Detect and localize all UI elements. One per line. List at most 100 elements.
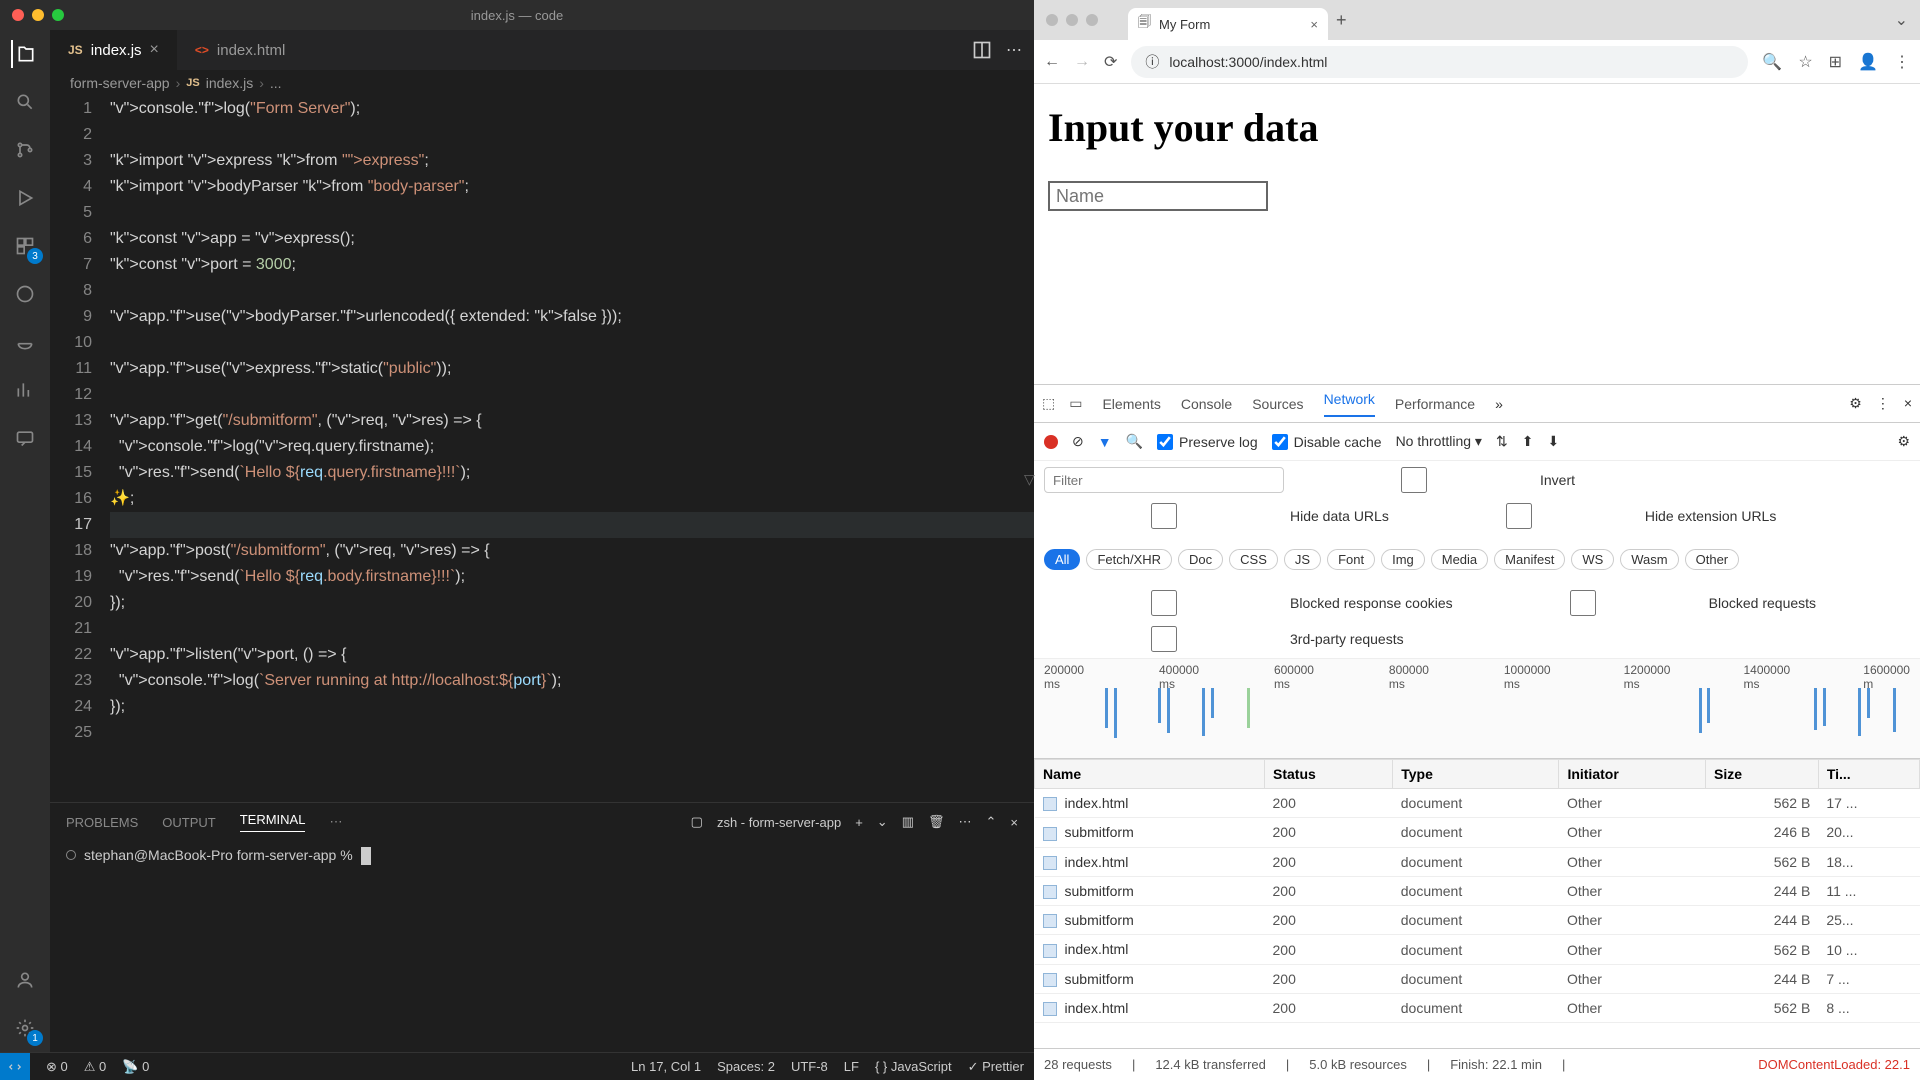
pill-font[interactable]: Font xyxy=(1327,549,1375,570)
tab-index-html[interactable]: <>index.html xyxy=(177,30,303,70)
status-ports[interactable]: 📡 0 xyxy=(122,1059,149,1075)
breadcrumb[interactable]: form-server-app› JSindex.js› ... xyxy=(50,70,1034,96)
dtab-sources[interactable]: Sources xyxy=(1252,396,1303,412)
pill-doc[interactable]: Doc xyxy=(1178,549,1223,570)
code-editor[interactable]: 1234567891011121314151617181920212223242… xyxy=(50,96,1034,802)
url-bar[interactable]: ⓘ localhost:3000/index.html xyxy=(1131,46,1748,78)
browser-traffic-lights[interactable] xyxy=(1046,14,1098,26)
devtools-close-icon[interactable]: × xyxy=(1904,395,1912,412)
panel-more-icon[interactable]: ⋯ xyxy=(329,814,342,830)
filter-toggle-icon[interactable]: ▼ xyxy=(1098,434,1112,450)
status-errors[interactable]: ⊗ 0 xyxy=(46,1059,68,1075)
blocked-requests-checkbox[interactable]: Blocked requests xyxy=(1463,590,1816,616)
table-row[interactable]: submitform200documentOther244 B7 ... xyxy=(1035,964,1920,993)
menu-icon[interactable]: ⋮ xyxy=(1894,52,1910,72)
pill-css[interactable]: CSS xyxy=(1229,549,1278,570)
pill-manifest[interactable]: Manifest xyxy=(1494,549,1565,570)
profile-icon[interactable]: 👤 xyxy=(1858,52,1878,72)
terminal-shell-icon[interactable]: ▢ xyxy=(691,814,703,830)
dtab-performance[interactable]: Performance xyxy=(1395,396,1475,412)
export-icon[interactable]: ⬇ xyxy=(1547,433,1559,450)
import-icon[interactable]: ⬆ xyxy=(1522,433,1534,450)
network-conditions-icon[interactable]: ⇅ xyxy=(1496,433,1508,450)
status-ln-col[interactable]: Ln 17, Col 1 xyxy=(631,1059,701,1075)
dtab-elements[interactable]: Elements xyxy=(1102,396,1160,412)
record-icon[interactable] xyxy=(1044,435,1058,449)
new-tab-icon[interactable]: + xyxy=(1336,10,1347,31)
network-table[interactable]: NameStatusTypeInitiatorSizeTi... index.h… xyxy=(1034,759,1920,1048)
network-settings-icon[interactable]: ⚙ xyxy=(1897,433,1910,450)
new-terminal-icon[interactable]: + xyxy=(855,815,863,830)
graph-icon[interactable] xyxy=(11,376,39,404)
split-terminal-icon[interactable]: ▥ xyxy=(902,814,914,830)
panel-tab-problems[interactable]: PROBLEMS xyxy=(66,815,138,830)
inspect-icon[interactable]: ⬚ xyxy=(1042,395,1055,412)
site-info-icon[interactable]: ⓘ xyxy=(1145,52,1159,72)
name-input[interactable] xyxy=(1048,181,1268,211)
back-icon[interactable]: ← xyxy=(1044,53,1060,71)
pill-wasm[interactable]: Wasm xyxy=(1620,549,1678,570)
browser-tab[interactable]: 🗐 My Form × xyxy=(1128,8,1328,40)
maximize-panel-icon[interactable]: ⌃ xyxy=(986,814,997,830)
table-row[interactable]: submitform200documentOther244 B11 ... xyxy=(1035,876,1920,905)
remote-icon[interactable] xyxy=(11,280,39,308)
split-editor-icon[interactable] xyxy=(972,40,992,60)
status-warnings[interactable]: ⚠ 0 xyxy=(84,1059,107,1075)
clear-icon[interactable]: ⊘ xyxy=(1072,433,1084,450)
pill-img[interactable]: Img xyxy=(1381,549,1425,570)
status-prettier[interactable]: Prettier xyxy=(968,1059,1024,1075)
hide-ext-urls-checkbox[interactable]: Hide extension URLs xyxy=(1399,503,1777,529)
devtools-menu-icon[interactable]: ⋮ xyxy=(1876,395,1890,412)
settings-icon[interactable]: 1 xyxy=(11,1014,39,1042)
extensions-icon[interactable]: ⊞ xyxy=(1829,52,1842,72)
tab-index-js[interactable]: JSindex.js× xyxy=(50,30,177,70)
network-timeline[interactable]: 200000 ms400000 ms600000 ms800000 ms1000… xyxy=(1034,659,1920,759)
pill-fetchxhr[interactable]: Fetch/XHR xyxy=(1086,549,1172,570)
source-control-icon[interactable] xyxy=(11,136,39,164)
pill-js[interactable]: JS xyxy=(1284,549,1321,570)
trash-icon[interactable]: 🗑 xyxy=(928,814,945,830)
invert-checkbox[interactable]: Invert xyxy=(1294,467,1575,493)
status-lang[interactable]: { } JavaScript xyxy=(875,1059,952,1075)
devtools-settings-icon[interactable]: ⚙ xyxy=(1849,395,1862,412)
explorer-icon[interactable] xyxy=(11,40,39,68)
chat-icon[interactable] xyxy=(11,424,39,452)
close-icon[interactable]: × xyxy=(150,41,159,59)
pill-all[interactable]: All xyxy=(1044,549,1080,570)
close-tab-icon[interactable]: × xyxy=(1310,17,1318,32)
status-spaces[interactable]: Spaces: 2 xyxy=(717,1059,775,1075)
preserve-log-checkbox[interactable]: Preserve log xyxy=(1157,434,1258,450)
search-icon[interactable] xyxy=(11,88,39,116)
close-panel-icon[interactable]: × xyxy=(1010,815,1018,830)
search-network-icon[interactable]: 🔍 xyxy=(1126,433,1143,450)
terminal-body[interactable]: stephan@MacBook-Pro form-server-app % xyxy=(50,841,1034,1052)
docker-icon[interactable] xyxy=(11,328,39,356)
dtab-network[interactable]: Network xyxy=(1324,391,1375,417)
chevron-down-icon[interactable]: ⌄ xyxy=(877,814,888,830)
terminal-shell-label[interactable]: zsh - form-server-app xyxy=(717,815,841,830)
expand-tabs-icon[interactable]: ⌄ xyxy=(1895,10,1908,30)
bookmark-icon[interactable]: ☆ xyxy=(1798,52,1812,72)
zoom-icon[interactable]: 🔍 xyxy=(1762,52,1782,72)
table-row[interactable]: submitform200documentOther244 B25... xyxy=(1035,906,1920,935)
table-row[interactable]: index.html200documentOther562 B18... xyxy=(1035,847,1920,876)
pill-ws[interactable]: WS xyxy=(1571,549,1614,570)
more-tabs-icon[interactable]: » xyxy=(1495,396,1503,412)
forward-icon[interactable]: → xyxy=(1074,53,1090,71)
more-icon[interactable]: ⋯ xyxy=(959,814,972,830)
status-eol[interactable]: LF xyxy=(844,1059,859,1075)
throttling-dropdown[interactable]: No throttling ▾ xyxy=(1396,433,1482,450)
pill-media[interactable]: Media xyxy=(1431,549,1488,570)
account-icon[interactable] xyxy=(11,966,39,994)
table-row[interactable]: index.html200documentOther562 B8 ... xyxy=(1035,994,1920,1023)
device-icon[interactable]: ▭ xyxy=(1069,395,1082,412)
table-row[interactable]: index.html200documentOther562 B10 ... xyxy=(1035,935,1920,964)
panel-tab-terminal[interactable]: TERMINAL xyxy=(240,812,306,832)
third-party-checkbox[interactable]: 3rd-party requests xyxy=(1044,626,1404,652)
remote-button[interactable] xyxy=(0,1053,30,1080)
reload-icon[interactable]: ⟳ xyxy=(1104,52,1117,72)
more-icon[interactable]: ⋯ xyxy=(1006,40,1022,60)
pill-other[interactable]: Other xyxy=(1685,549,1740,570)
extensions-icon[interactable]: 3 xyxy=(11,232,39,260)
blocked-cookies-checkbox[interactable]: Blocked response cookies xyxy=(1044,590,1453,616)
